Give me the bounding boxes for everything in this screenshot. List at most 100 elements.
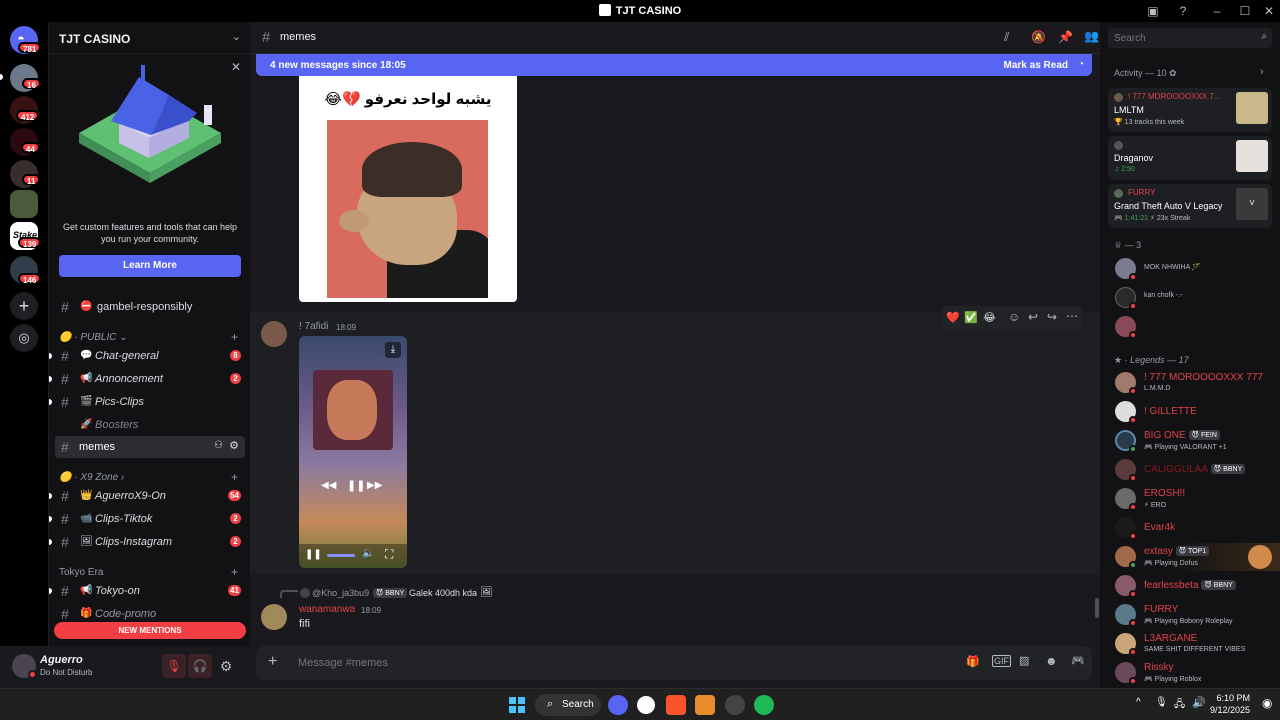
close-icon[interactable]: ✕ — [231, 60, 241, 74]
channel-item[interactable]: # 📢 Annoncement 2 — [49, 368, 251, 390]
learn-more-button[interactable]: Learn More — [59, 255, 241, 277]
volume-icon[interactable]: 🔊 — [1192, 696, 1206, 709]
member-item[interactable]: L3ARGANE SAME SHIT DIFFERENT VIBES — [1100, 630, 1280, 658]
app-icon[interactable] — [695, 695, 715, 715]
emoji-icon[interactable]: ☻ — [1045, 654, 1058, 668]
network-icon[interactable]: 🖧 — [1174, 697, 1185, 714]
new-messages-bar[interactable]: 4 new messages since 18:05 Mark as Read … — [256, 54, 1092, 76]
download-icon[interactable]: ⤓ — [385, 342, 401, 358]
sticker-icon[interactable]: ▨ — [1019, 654, 1029, 667]
member-item[interactable]: Evar4k — [1100, 514, 1280, 542]
clock-time[interactable]: 6:10 PM — [1210, 693, 1250, 703]
video-player[interactable]: ⤓ ◀◀ ❚❚ ▶▶ ❚❚ 🔈 ⛶ — [299, 336, 407, 568]
channel-item[interactable]: # 💬 Chat-general 8 — [49, 345, 251, 367]
mark-as-read-button[interactable]: Mark as Read — [1004, 60, 1068, 71]
gear-icon[interactable]: ⚙ — [229, 439, 239, 452]
channel-item[interactable]: # 📹 Clips-Tiktok 2 — [49, 508, 251, 530]
help-icon[interactable]: ? — [1172, 2, 1194, 20]
message-author[interactable]: wanamanwa — [299, 604, 355, 615]
search-input[interactable] — [1114, 31, 1244, 45]
chatgpt-icon[interactable] — [637, 696, 655, 714]
channel-item[interactable]: # 📢 Tokyo-on 41 — [49, 580, 251, 602]
reaction-heart[interactable]: ❤️ — [946, 311, 960, 324]
add-channel-icon[interactable]: + — [231, 330, 238, 344]
add-channel-icon[interactable]: + — [231, 565, 238, 579]
member-item[interactable]: EROSH!! ⚡ ERO — [1100, 485, 1280, 513]
close-button[interactable]: ✕ — [1258, 2, 1280, 20]
add-channel-icon[interactable]: + — [231, 470, 238, 484]
pin-icon[interactable]: 📌 — [1058, 30, 1073, 44]
category-public[interactable]: 🟡 · PUBLIC ⌄ — [59, 332, 128, 343]
notification-bell-off-icon[interactable]: 🔕 — [1031, 30, 1046, 44]
channel-item[interactable]: # 🎬 Pics-Clips — [49, 391, 251, 413]
mic-muted-icon[interactable]: 🎙 — [162, 654, 186, 678]
clock-date[interactable]: 9/12/2025 — [1206, 705, 1250, 715]
minimize-button[interactable]: – — [1206, 2, 1228, 20]
headphones-deafened-icon[interactable]: 🎧 — [188, 654, 212, 678]
reply-author[interactable]: @Kho_ja3bu9 — [312, 588, 369, 598]
add-server-button[interactable]: + — [10, 292, 38, 320]
notification-icon[interactable]: ◉ — [1262, 696, 1272, 710]
settings-gear-icon[interactable]: ⚙ — [216, 654, 236, 678]
guild-header[interactable]: TJT CASINO ⌄ — [49, 22, 251, 54]
chevron-right-icon[interactable]: › — [1260, 66, 1264, 78]
gif-icon[interactable]: GIF — [992, 655, 1011, 667]
avatar[interactable] — [261, 604, 287, 630]
activity-card[interactable]: FURRY Grand Theft Auto V Legacy 🎮 1:41:2… — [1108, 184, 1272, 228]
member-list-icon[interactable]: 👥 — [1084, 29, 1099, 43]
pause-icon[interactable]: ❚❚ — [305, 549, 322, 560]
member-item[interactable]: Rissky 🎮 Playing Roblox — [1100, 659, 1280, 687]
activity-card[interactable]: ! 777 MDROOOOXXX 7... LMLTM 🏆 13 tracks … — [1108, 88, 1272, 132]
progress-bar[interactable] — [327, 554, 355, 557]
apps-icon[interactable]: 🎮 — [1071, 654, 1085, 667]
mic-icon[interactable]: 🎙 — [1155, 697, 1168, 708]
channel-item[interactable]: 🚀 Boosters — [49, 414, 251, 436]
threads-icon[interactable]: ⫽ — [1004, 30, 1009, 45]
fullscreen-icon[interactable]: ⛶ — [385, 547, 393, 562]
channel-item[interactable]: # 👑 AguerroX9-On 54 — [49, 485, 251, 507]
reply-text[interactable]: Galek 400dh kda — [409, 588, 477, 598]
search-box[interactable]: ⌕ — [1108, 28, 1272, 48]
maximize-button[interactable]: ☐ — [1234, 2, 1256, 20]
new-mentions-button[interactable]: NEW MENTIONS — [54, 622, 246, 639]
member-item[interactable]: fearlessbeta 😈 BBNY — [1100, 572, 1280, 600]
member-item[interactable] — [1100, 313, 1280, 341]
meme-image[interactable]: يشبه لواحد نعرفو 💔😂 — [299, 76, 517, 302]
discover-icon[interactable]: ◎ — [10, 324, 38, 352]
more-options-icon[interactable]: ⋯ — [1066, 309, 1078, 323]
message-author[interactable]: ! 7afidi — [299, 321, 328, 332]
steam-icon[interactable] — [725, 695, 745, 715]
member-item[interactable]: CALIGGULAA 😈 BBNY — [1100, 456, 1280, 484]
brave-browser-icon[interactable] — [666, 695, 686, 715]
taskbar-search[interactable]: ⌕ Search — [535, 694, 601, 716]
member-item[interactable]: extasy 😈 TOP1 🎮 Playing Dofus — [1100, 543, 1280, 571]
channel-item[interactable]: # ⛔ gambel-responsibly — [49, 296, 251, 318]
forward-icon[interactable]: ↪ — [1047, 310, 1057, 324]
member-item[interactable]: kan chofk -.- — [1100, 284, 1280, 312]
scrollbar[interactable] — [1095, 598, 1099, 618]
channel-item[interactable]: # 🖼 Clips-Instagram 2 — [49, 531, 251, 553]
member-item[interactable]: MOK NHWIHA 🪄 — [1100, 255, 1280, 283]
avatar[interactable] — [261, 321, 287, 347]
member-item[interactable]: ! GILLETTE — [1100, 398, 1280, 426]
server-icon[interactable] — [10, 190, 38, 218]
member-item[interactable]: ! 777 MOROOOOXXX 777 L.M.M.D — [1100, 369, 1280, 397]
inbox-icon[interactable]: ▣ — [1142, 2, 1164, 20]
windows-start-icon[interactable] — [507, 695, 527, 715]
discord-taskbar-icon[interactable] — [608, 695, 628, 715]
invite-icon[interactable]: ⚇ — [214, 440, 223, 451]
member-item[interactable]: BIG ONE 😈 FE!N 🎮 Playing VALORANT +1 — [1100, 427, 1280, 455]
gift-icon[interactable]: 🎁 — [966, 655, 980, 668]
reply-icon[interactable]: ↩ — [1028, 310, 1038, 324]
channel-item-active[interactable]: # memes ⚇ ⚙ — [55, 436, 245, 458]
volume-icon[interactable]: 🔈 — [362, 548, 374, 559]
tray-chevron-icon[interactable]: ^ — [1136, 697, 1141, 708]
attach-plus-icon[interactable]: + — [268, 653, 277, 671]
member-item[interactable]: FURRY 🎮 Playing Bobony Roleplay — [1100, 601, 1280, 629]
category-x9[interactable]: 🟡 · X9 Zone › — [59, 472, 124, 483]
add-reaction-icon[interactable]: ☺ — [1008, 310, 1020, 324]
message-input[interactable] — [298, 654, 898, 672]
reaction-check[interactable]: ✅ — [964, 311, 978, 324]
category-tokyo[interactable]: Tokyo Era — [59, 567, 103, 578]
activity-card[interactable]: Draganov ♫ 2:50 — [1108, 136, 1272, 180]
